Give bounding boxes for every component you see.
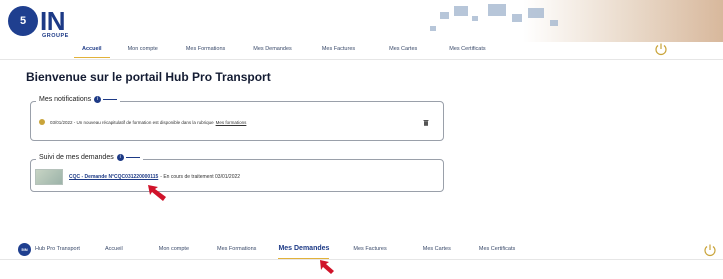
power-icon[interactable]	[703, 243, 717, 257]
bottom-logo[interactable]: 5IN	[18, 243, 31, 256]
bottom-nav-mon-compte[interactable]: Mon compte	[159, 238, 189, 260]
bottom-divider	[0, 259, 723, 260]
notifications-title: Mes notifications	[39, 96, 92, 103]
logo[interactable]: 5 IN GROUPE	[8, 4, 74, 39]
top-nav-mes-cartes[interactable]: Mes Cartes	[381, 42, 425, 58]
header-banner-image	[410, 0, 723, 42]
bottom-nav-mes-demandes[interactable]: Mes Demandes	[278, 238, 330, 260]
notification-item: 03/01/2022 - Un nouveau récapitulatif de…	[39, 119, 246, 125]
bottom-nav-mes-certificats[interactable]: Mes Certificats	[479, 238, 515, 260]
demandes-panel: Suivi de mes demandes i CQC - Demande N°…	[30, 154, 444, 192]
arrow-pointer-icon	[320, 260, 334, 274]
bottom-nav-mes-factures[interactable]: Mes Factures	[353, 238, 386, 260]
info-icon: i	[116, 154, 124, 161]
notifications-legend: Mes notifications i	[36, 96, 121, 103]
trash-icon[interactable]	[423, 119, 429, 126]
top-nav-mes-demandes[interactable]: Mes Demandes	[245, 42, 300, 58]
demandes-title: Suivi de mes demandes	[39, 154, 114, 161]
top-nav: Accueil Mon compte Mes Formations Mes De…	[74, 42, 494, 58]
demande-item: CQC - Demande N°CQC031220000115 - En cou…	[35, 169, 240, 185]
card-thumbnail	[35, 169, 63, 185]
top-nav-accueil[interactable]: Accueil	[74, 42, 110, 58]
header-divider	[0, 59, 723, 60]
bottom-brand[interactable]: Hub Pro Transport	[35, 246, 80, 252]
logo-mark: 5	[8, 6, 38, 36]
notifications-panel: Mes notifications i 03/01/2022 - Un nouv…	[30, 96, 444, 141]
top-nav-mes-formations[interactable]: Mes Formations	[178, 42, 233, 58]
bottom-nav: 5IN Hub Pro Transport Accueil Mon compte…	[0, 238, 723, 260]
arrow-pointer-icon	[148, 185, 166, 201]
demande-link[interactable]: CQC - Demande N°CQC031220000115	[69, 174, 158, 180]
info-icon: i	[94, 96, 102, 103]
top-nav-mes-factures[interactable]: Mes Factures	[314, 42, 363, 58]
notification-coin-icon	[39, 119, 45, 125]
page-title: Bienvenue sur le portail Hub Pro Transpo…	[26, 70, 271, 84]
bottom-nav-mes-cartes[interactable]: Mes Cartes	[423, 238, 451, 260]
top-nav-mon-compte[interactable]: Mon compte	[120, 42, 166, 58]
notification-link[interactable]: Mes formations	[216, 120, 247, 125]
bottom-nav-accueil[interactable]: Accueil	[105, 238, 123, 260]
power-icon[interactable]	[654, 42, 668, 56]
bottom-nav-mes-formations[interactable]: Mes Formations	[217, 238, 256, 260]
demandes-legend: Suivi de mes demandes i	[36, 154, 143, 161]
header: 5 IN GROUPE Accueil Mon compte Mes Forma…	[0, 0, 723, 60]
notification-text: 03/01/2022 - Un nouveau récapitulatif de…	[50, 119, 214, 125]
logo-subtitle: GROUPE	[42, 33, 69, 39]
top-nav-mes-certificats[interactable]: Mes Certificats	[441, 42, 493, 58]
demande-status: - En cours de traitement 03/01/2022	[160, 174, 241, 180]
